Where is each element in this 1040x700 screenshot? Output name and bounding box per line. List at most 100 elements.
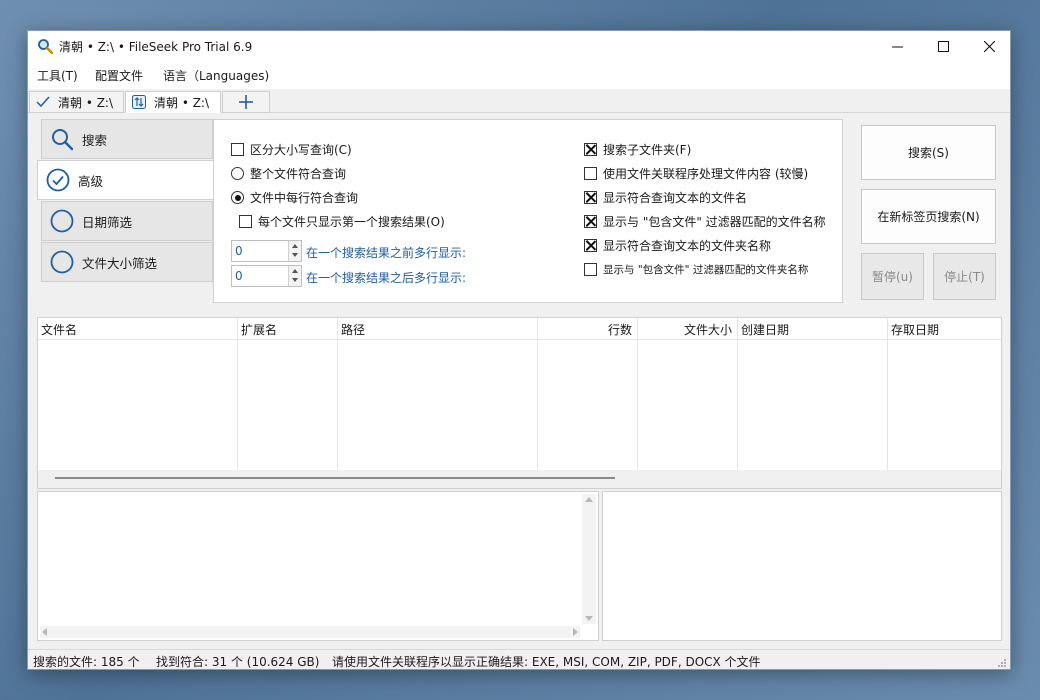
search-subfolders-label: 搜索子文件夹(F) (603, 143, 692, 157)
stop-button[interactable]: 停止(T) (933, 253, 996, 300)
menu-languages[interactable]: 语言（Languages) (163, 67, 269, 84)
preview-vertical-scrollbar[interactable] (582, 494, 596, 624)
check-circle-icon (46, 168, 70, 192)
doc-tab-1[interactable]: 清朝 • Z:\ (29, 91, 124, 113)
first-result-only-label: 每个文件只显示第一个搜索结果(O) (258, 215, 445, 229)
check-icon (36, 96, 50, 108)
main-content: 搜索 高级 日期筛选 文件大小筛选 区分大小写查询(C) 整个文件符合查询 文件… (28, 113, 1010, 649)
header-created[interactable]: 创建日期 (741, 321, 789, 338)
stepper-down-icon[interactable] (292, 278, 298, 282)
status-files-searched: 搜索的文件: 185 个 (33, 655, 140, 669)
show-matching-filenames-label: 显示符合查询文本的文件名 (603, 191, 748, 205)
show-matching-filenames-option[interactable]: 显示符合查询文本的文件名 (584, 189, 747, 206)
lines-before-spinner[interactable]: 0 (231, 240, 302, 262)
use-associations-checkbox[interactable] (584, 167, 597, 180)
use-associations-option[interactable]: 使用文件关联程序处理文件内容 (较慢) (584, 165, 808, 182)
header-size[interactable]: 文件大小 (684, 321, 732, 338)
show-include-filter-files-checkbox[interactable] (584, 215, 597, 228)
search-new-tab-button[interactable]: 在新标签页搜索(N) (861, 189, 996, 244)
each-line-label: 文件中每行符合查询 (250, 191, 359, 205)
header-extension[interactable]: 扩展名 (241, 321, 277, 338)
close-icon (983, 40, 995, 52)
lines-after-spinner[interactable]: 0 (231, 265, 302, 287)
header-filename[interactable]: 文件名 (41, 321, 77, 338)
preview-horizontal-scrollbar[interactable] (40, 626, 580, 638)
lines-after-label: 在一个搜索结果之后多行显示: (306, 271, 467, 285)
column-path (338, 318, 538, 470)
preview-pane-right[interactable] (602, 491, 1002, 641)
side-tab-size-filter[interactable]: 文件大小筛选 (41, 242, 213, 282)
header-path[interactable]: 路径 (341, 321, 365, 338)
minimize-icon (891, 46, 903, 47)
stepper-up-icon[interactable] (292, 269, 298, 273)
doc-tab-1-label: 清朝 • Z:\ (58, 95, 114, 110)
each-line-option[interactable]: 文件中每行符合查询 (231, 189, 358, 206)
lines-after-value[interactable]: 0 (235, 269, 243, 283)
side-tab-search[interactable]: 搜索 (41, 119, 213, 159)
scrollbar-thumb[interactable] (55, 477, 615, 479)
lines-after-stepper[interactable] (288, 266, 301, 286)
first-result-only-checkbox[interactable] (239, 215, 252, 228)
show-include-filter-files-label: 显示与 "包含文件" 过滤器匹配的文件名称 (603, 215, 826, 229)
stepper-up-icon[interactable] (292, 244, 298, 248)
show-matching-filenames-checkbox[interactable] (584, 191, 597, 204)
circle-icon (50, 250, 74, 274)
column-lines (538, 318, 638, 470)
header-lines[interactable]: 行数 (608, 321, 632, 338)
show-matching-folders-option[interactable]: 显示符合查询文本的文件夹名称 (584, 237, 771, 254)
side-tab-date-filter-label: 日期筛选 (82, 214, 133, 230)
lines-before-label: 在一个搜索结果之前多行显示: (306, 246, 467, 260)
header-accessed[interactable]: 存取日期 (891, 321, 939, 338)
show-include-filter-folders-option[interactable]: 显示与 "包含文件" 过滤器匹配的文件夹名称 (584, 262, 808, 277)
resize-grip-icon[interactable] (997, 658, 1007, 668)
menu-bar: 工具(T) 配置文件 语言（Languages) (28, 61, 1010, 89)
lines-before-stepper[interactable] (288, 241, 301, 261)
app-window: 清朝 • Z:\ • FileSeek Pro Trial 6.9 工具(T) … (27, 30, 1011, 670)
maximize-button[interactable] (920, 31, 966, 61)
show-include-filter-folders-checkbox[interactable] (584, 263, 597, 276)
preview-pane-left[interactable] (37, 491, 599, 641)
minimize-button[interactable] (874, 31, 920, 61)
menu-tools[interactable]: 工具(T) (37, 67, 78, 84)
show-include-filter-folders-label: 显示与 "包含文件" 过滤器匹配的文件夹名称 (603, 264, 809, 276)
side-tab-advanced[interactable]: 高级 (37, 160, 214, 200)
status-hint: 请使用文件关联程序以显示正确结果: EXE, MSI, COM, ZIP, PD… (332, 655, 761, 669)
whole-file-label: 整个文件符合查询 (250, 167, 347, 181)
results-horizontal-scrollbar[interactable] (38, 470, 1001, 488)
show-matching-folders-label: 显示符合查询文本的文件夹名称 (603, 239, 772, 253)
plus-icon (239, 95, 253, 109)
use-associations-label: 使用文件关联程序处理文件内容 (较慢) (603, 167, 809, 181)
whole-file-radio[interactable] (231, 167, 244, 180)
doc-tab-2[interactable]: 清朝 • Z:\ (125, 91, 221, 113)
menu-profiles[interactable]: 配置文件 (95, 67, 143, 84)
status-bar: 搜索的文件: 185 个 找到符合: 31 个 (10.624 GB) 请使用文… (28, 649, 1010, 669)
show-include-filter-files-option[interactable]: 显示与 "包含文件" 过滤器匹配的文件名称 (584, 213, 826, 230)
status-matches-found: 找到符合: 31 个 (10.624 GB) (156, 655, 320, 669)
case-sensitive-option[interactable]: 区分大小写查询(C) (231, 141, 352, 158)
document-tab-strip: 清朝 • Z:\ 清朝 • Z:\ (28, 89, 1010, 113)
first-result-only-option[interactable]: 每个文件只显示第一个搜索结果(O) (239, 213, 445, 230)
side-tab-search-label: 搜索 (82, 132, 108, 148)
stepper-down-icon[interactable] (292, 253, 298, 257)
each-line-radio[interactable] (231, 191, 244, 204)
column-size (638, 318, 738, 470)
side-tab-size-filter-label: 文件大小筛选 (82, 255, 158, 271)
title-bar: 清朝 • Z:\ • FileSeek Pro Trial 6.9 (28, 31, 1010, 61)
lines-before-value[interactable]: 0 (235, 244, 243, 258)
search-subfolders-checkbox[interactable] (584, 143, 597, 156)
search-subfolders-option[interactable]: 搜索子文件夹(F) (584, 141, 691, 158)
results-table[interactable]: 文件名 扩展名 路径 行数 文件大小 创建日期 存取日期 (37, 317, 1002, 489)
side-tab-date-filter[interactable]: 日期筛选 (41, 201, 213, 241)
search-button[interactable]: 搜索(S) (861, 125, 996, 180)
close-button[interactable] (966, 31, 1010, 61)
show-matching-folders-checkbox[interactable] (584, 239, 597, 252)
whole-file-option[interactable]: 整个文件符合查询 (231, 165, 346, 182)
side-tab-advanced-label: 高级 (78, 173, 104, 189)
add-tab-button[interactable] (222, 91, 270, 113)
magnifier-app-icon (38, 39, 53, 54)
case-sensitive-checkbox[interactable] (231, 143, 244, 156)
column-filename (38, 318, 238, 470)
search-icon (52, 129, 74, 151)
pause-button[interactable]: 暂停(u) (861, 253, 924, 300)
maximize-icon (937, 40, 949, 52)
